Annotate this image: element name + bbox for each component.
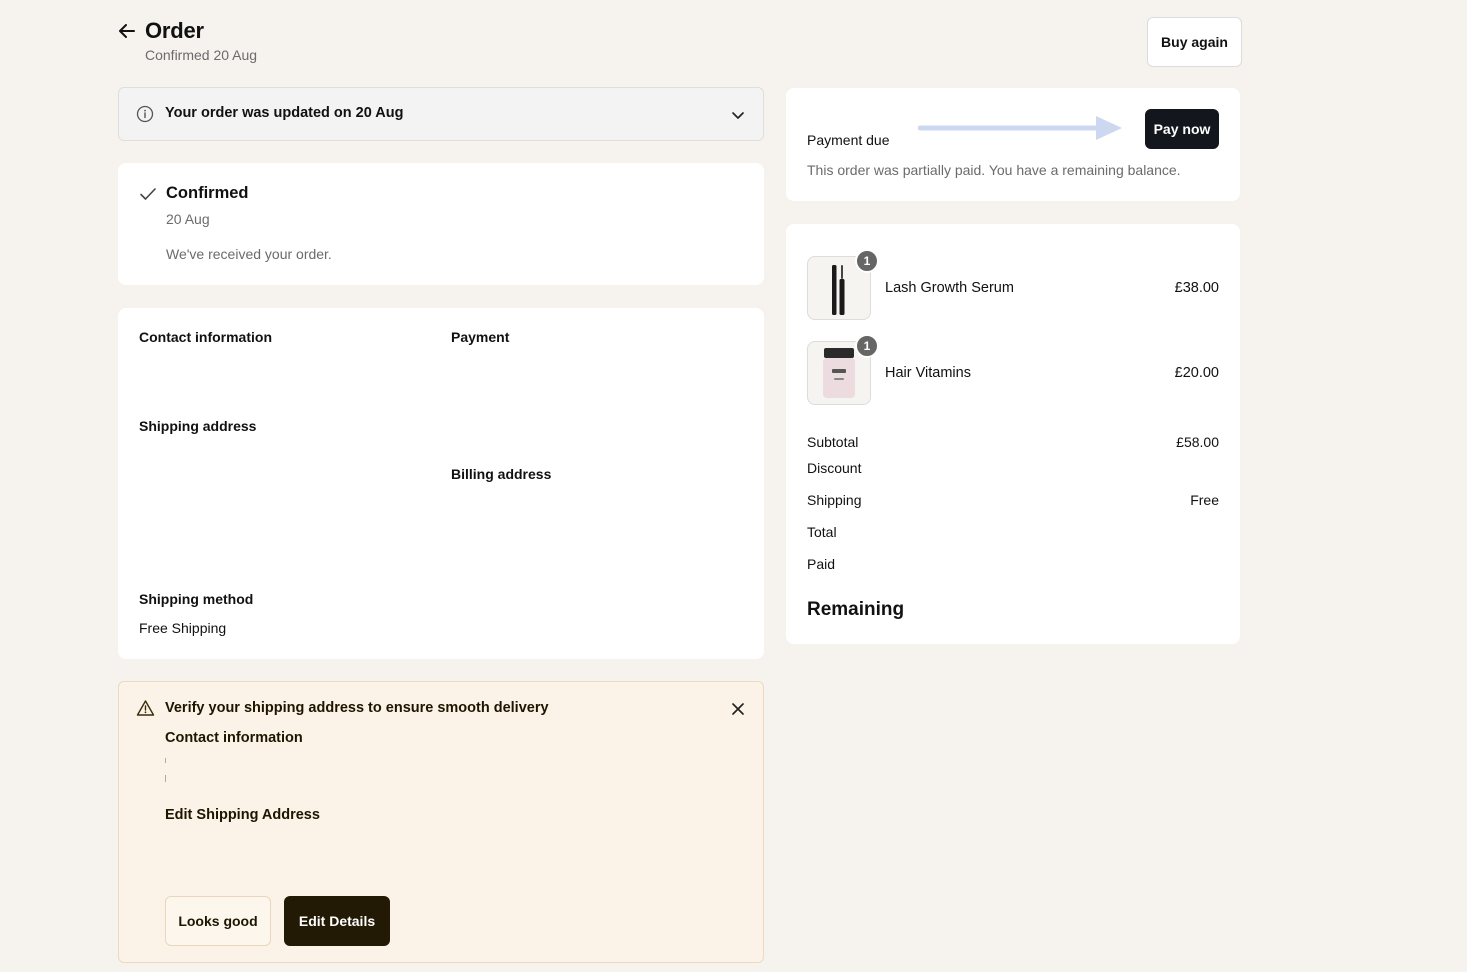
verify-contact-heading: Contact information [165, 730, 303, 746]
item-price: £38.00 [1174, 280, 1219, 296]
warning-icon [136, 700, 155, 716]
placeholder-line [165, 775, 166, 782]
order-details-card: Contact information Payment Shipping add… [118, 308, 764, 659]
order-update-text: Your order was updated on 20 Aug [165, 105, 404, 121]
quantity-badge: 1 [855, 249, 879, 273]
verify-address-alert: Verify your shipping address to ensure s… [118, 681, 764, 963]
contact-information-heading: Contact information [139, 329, 272, 345]
page-subtitle: Confirmed 20 Aug [145, 47, 258, 63]
product-image: 1 [807, 334, 879, 405]
status-title: Confirmed [166, 184, 249, 202]
shipping-address-heading: Shipping address [139, 418, 257, 434]
payment-due-label: Payment due [807, 132, 890, 148]
shipping-method-heading: Shipping method [139, 591, 254, 607]
status-message: We've received your order. [166, 246, 332, 262]
item-name: Hair Vitamins [885, 365, 971, 381]
shipping-method-value: Free Shipping [139, 620, 227, 636]
check-icon [140, 188, 156, 200]
item-name: Lash Growth Serum [885, 280, 1014, 296]
edit-shipping-address-heading: Edit Shipping Address [165, 807, 320, 823]
close-icon[interactable] [729, 700, 747, 718]
quantity-badge: 1 [855, 334, 879, 358]
arrow-left-icon [119, 24, 135, 38]
pay-now-button[interactable]: Pay now [1145, 109, 1219, 149]
status-date: 20 Aug [166, 211, 210, 227]
payment-due-note: This order was partially paid. You have … [807, 162, 1181, 178]
placeholder-line [165, 758, 166, 763]
shipping-label: Shipping [807, 492, 862, 508]
page-title: Order [145, 18, 204, 43]
order-status-card: Confirmed 20 Aug We've received your ord… [118, 163, 764, 285]
item-price: £20.00 [1174, 365, 1219, 381]
back-button[interactable] [116, 20, 138, 42]
arrow-right-icon [918, 116, 1122, 140]
shipping-value: Free [1190, 492, 1219, 508]
subtotal-label: Subtotal [807, 434, 859, 450]
looks-good-button[interactable]: Looks good [165, 896, 271, 946]
remaining-label: Remaining [807, 599, 905, 620]
payment-heading: Payment [451, 329, 510, 345]
order-summary-card: 1 Lash Growth Serum £38.00 1 Hair Vitami… [786, 224, 1240, 644]
subtotal-value: £58.00 [1176, 434, 1219, 450]
paid-label: Paid [807, 556, 836, 572]
buy-again-button[interactable]: Buy again [1147, 17, 1242, 67]
discount-label: Discount [807, 460, 862, 476]
billing-address-heading: Billing address [451, 466, 552, 482]
chevron-down-icon[interactable] [729, 106, 747, 124]
product-image: 1 [807, 249, 879, 320]
info-icon [136, 105, 154, 123]
total-label: Total [807, 524, 837, 540]
order-update-banner[interactable]: Your order was updated on 20 Aug [118, 87, 764, 141]
edit-details-button[interactable]: Edit Details [284, 896, 390, 946]
verify-alert-title: Verify your shipping address to ensure s… [165, 700, 549, 716]
payment-due-card: Payment due Pay now This order was parti… [786, 88, 1240, 201]
